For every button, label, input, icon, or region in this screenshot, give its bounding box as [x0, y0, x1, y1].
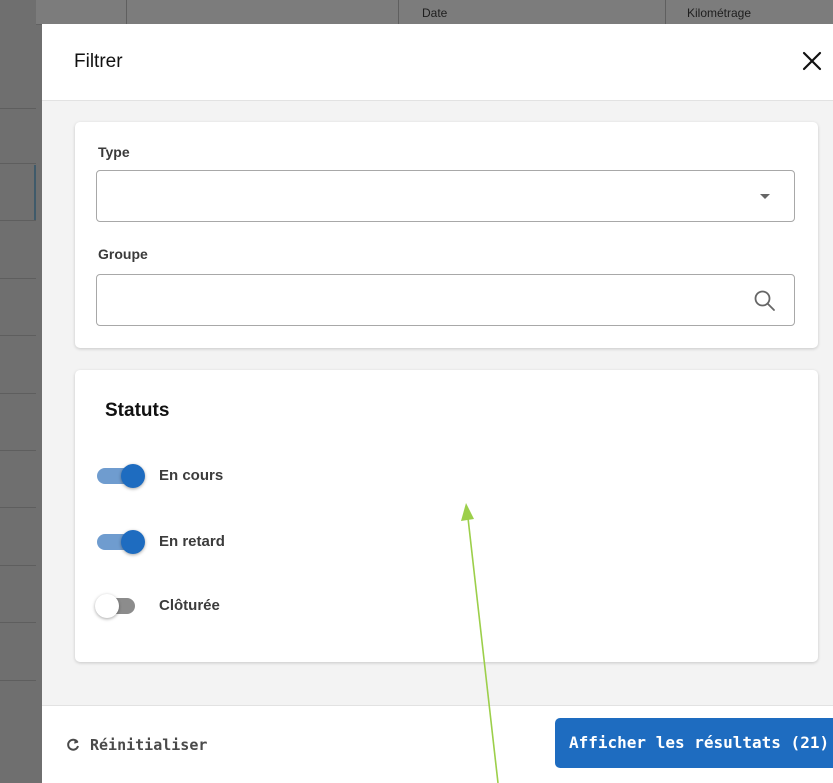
- dialog-header: Filtrer: [42, 24, 833, 101]
- search-icon: [754, 290, 775, 311]
- row-divider: [0, 393, 36, 394]
- toggle-en-cours[interactable]: En cours: [97, 462, 497, 490]
- row-divider: [0, 278, 36, 279]
- row-divider: [0, 622, 36, 623]
- apply-results-button[interactable]: Afficher les résultats (21): [555, 718, 833, 768]
- background-table-header: Date Kilométrage: [36, 0, 833, 25]
- dialog-title: Filtrer: [74, 51, 123, 72]
- toggle-en-retard[interactable]: En retard: [97, 528, 497, 556]
- row-divider: [0, 507, 36, 508]
- close-button[interactable]: [797, 46, 827, 76]
- row-divider: [0, 220, 36, 221]
- refresh-icon: [67, 738, 79, 751]
- column-divider: [665, 0, 666, 24]
- row-divider: [0, 163, 36, 164]
- column-divider: [398, 0, 399, 24]
- selected-row-marker: [34, 165, 36, 220]
- groupe-label: Groupe: [98, 246, 148, 262]
- groupe-search-input[interactable]: [96, 274, 795, 326]
- toggle-knob: [121, 530, 145, 554]
- toggle-cloturee[interactable]: Clôturée: [95, 592, 497, 620]
- toggle-knob: [121, 464, 145, 488]
- toggle-label: En retard: [159, 533, 225, 550]
- toggle-knob: [95, 594, 119, 618]
- reset-button[interactable]: Réinitialiser: [66, 734, 207, 756]
- reset-label: Réinitialiser: [90, 736, 208, 754]
- column-divider: [126, 0, 127, 24]
- chevron-down-icon: [760, 194, 770, 199]
- statuts-card: Statuts En cours En retard Clôturée: [75, 370, 818, 662]
- column-header-date: Date: [422, 6, 448, 20]
- row-divider: [0, 108, 36, 109]
- row-divider: [0, 335, 36, 336]
- statuts-title: Statuts: [105, 400, 170, 421]
- column-header-kilometrage: Kilométrage: [687, 6, 752, 20]
- type-select[interactable]: [96, 170, 795, 222]
- toggle-label: En cours: [159, 467, 224, 484]
- row-divider: [0, 450, 36, 451]
- row-divider: [0, 565, 36, 566]
- toggle-label: Clôturée: [159, 597, 220, 614]
- filters-card: Type Groupe: [75, 122, 818, 348]
- dialog-footer: Réinitialiser Afficher les résultats (21…: [42, 705, 833, 783]
- apply-results-label: Afficher les résultats (21): [569, 733, 830, 752]
- type-label: Type: [98, 144, 130, 160]
- filter-dialog: Filtrer Type Groupe Statuts En cours En …: [42, 24, 833, 783]
- close-icon: [802, 51, 822, 71]
- row-divider: [0, 680, 36, 681]
